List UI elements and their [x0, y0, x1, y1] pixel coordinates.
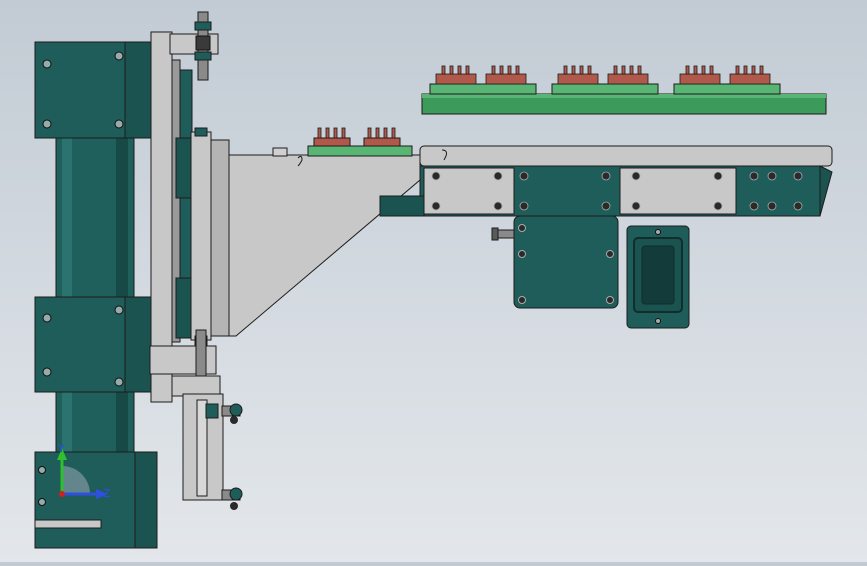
cad-viewport[interactable]: Y Z	[0, 0, 867, 562]
z-axis-carriage	[190, 127, 230, 353]
adjust-knob	[491, 227, 515, 241]
stepper-motor	[626, 225, 690, 329]
y-axis-label: Y	[57, 442, 65, 455]
vertical-column	[55, 129, 135, 461]
assembly-drawing: Y Z	[34, 11, 833, 549]
pneumatic-cylinder	[182, 393, 243, 510]
gripper-arm-gusset	[228, 147, 421, 337]
top-clamp-block	[34, 41, 154, 139]
gripper-board	[307, 127, 413, 157]
motor-mount-plate	[513, 215, 619, 309]
upper-pcb-tray	[421, 83, 827, 115]
upper-tray-connectors	[435, 65, 771, 85]
x-axis-dot	[59, 491, 65, 497]
z-axis-label: Z	[103, 487, 111, 500]
base-block	[34, 451, 158, 549]
middle-clamp-block	[34, 296, 154, 393]
